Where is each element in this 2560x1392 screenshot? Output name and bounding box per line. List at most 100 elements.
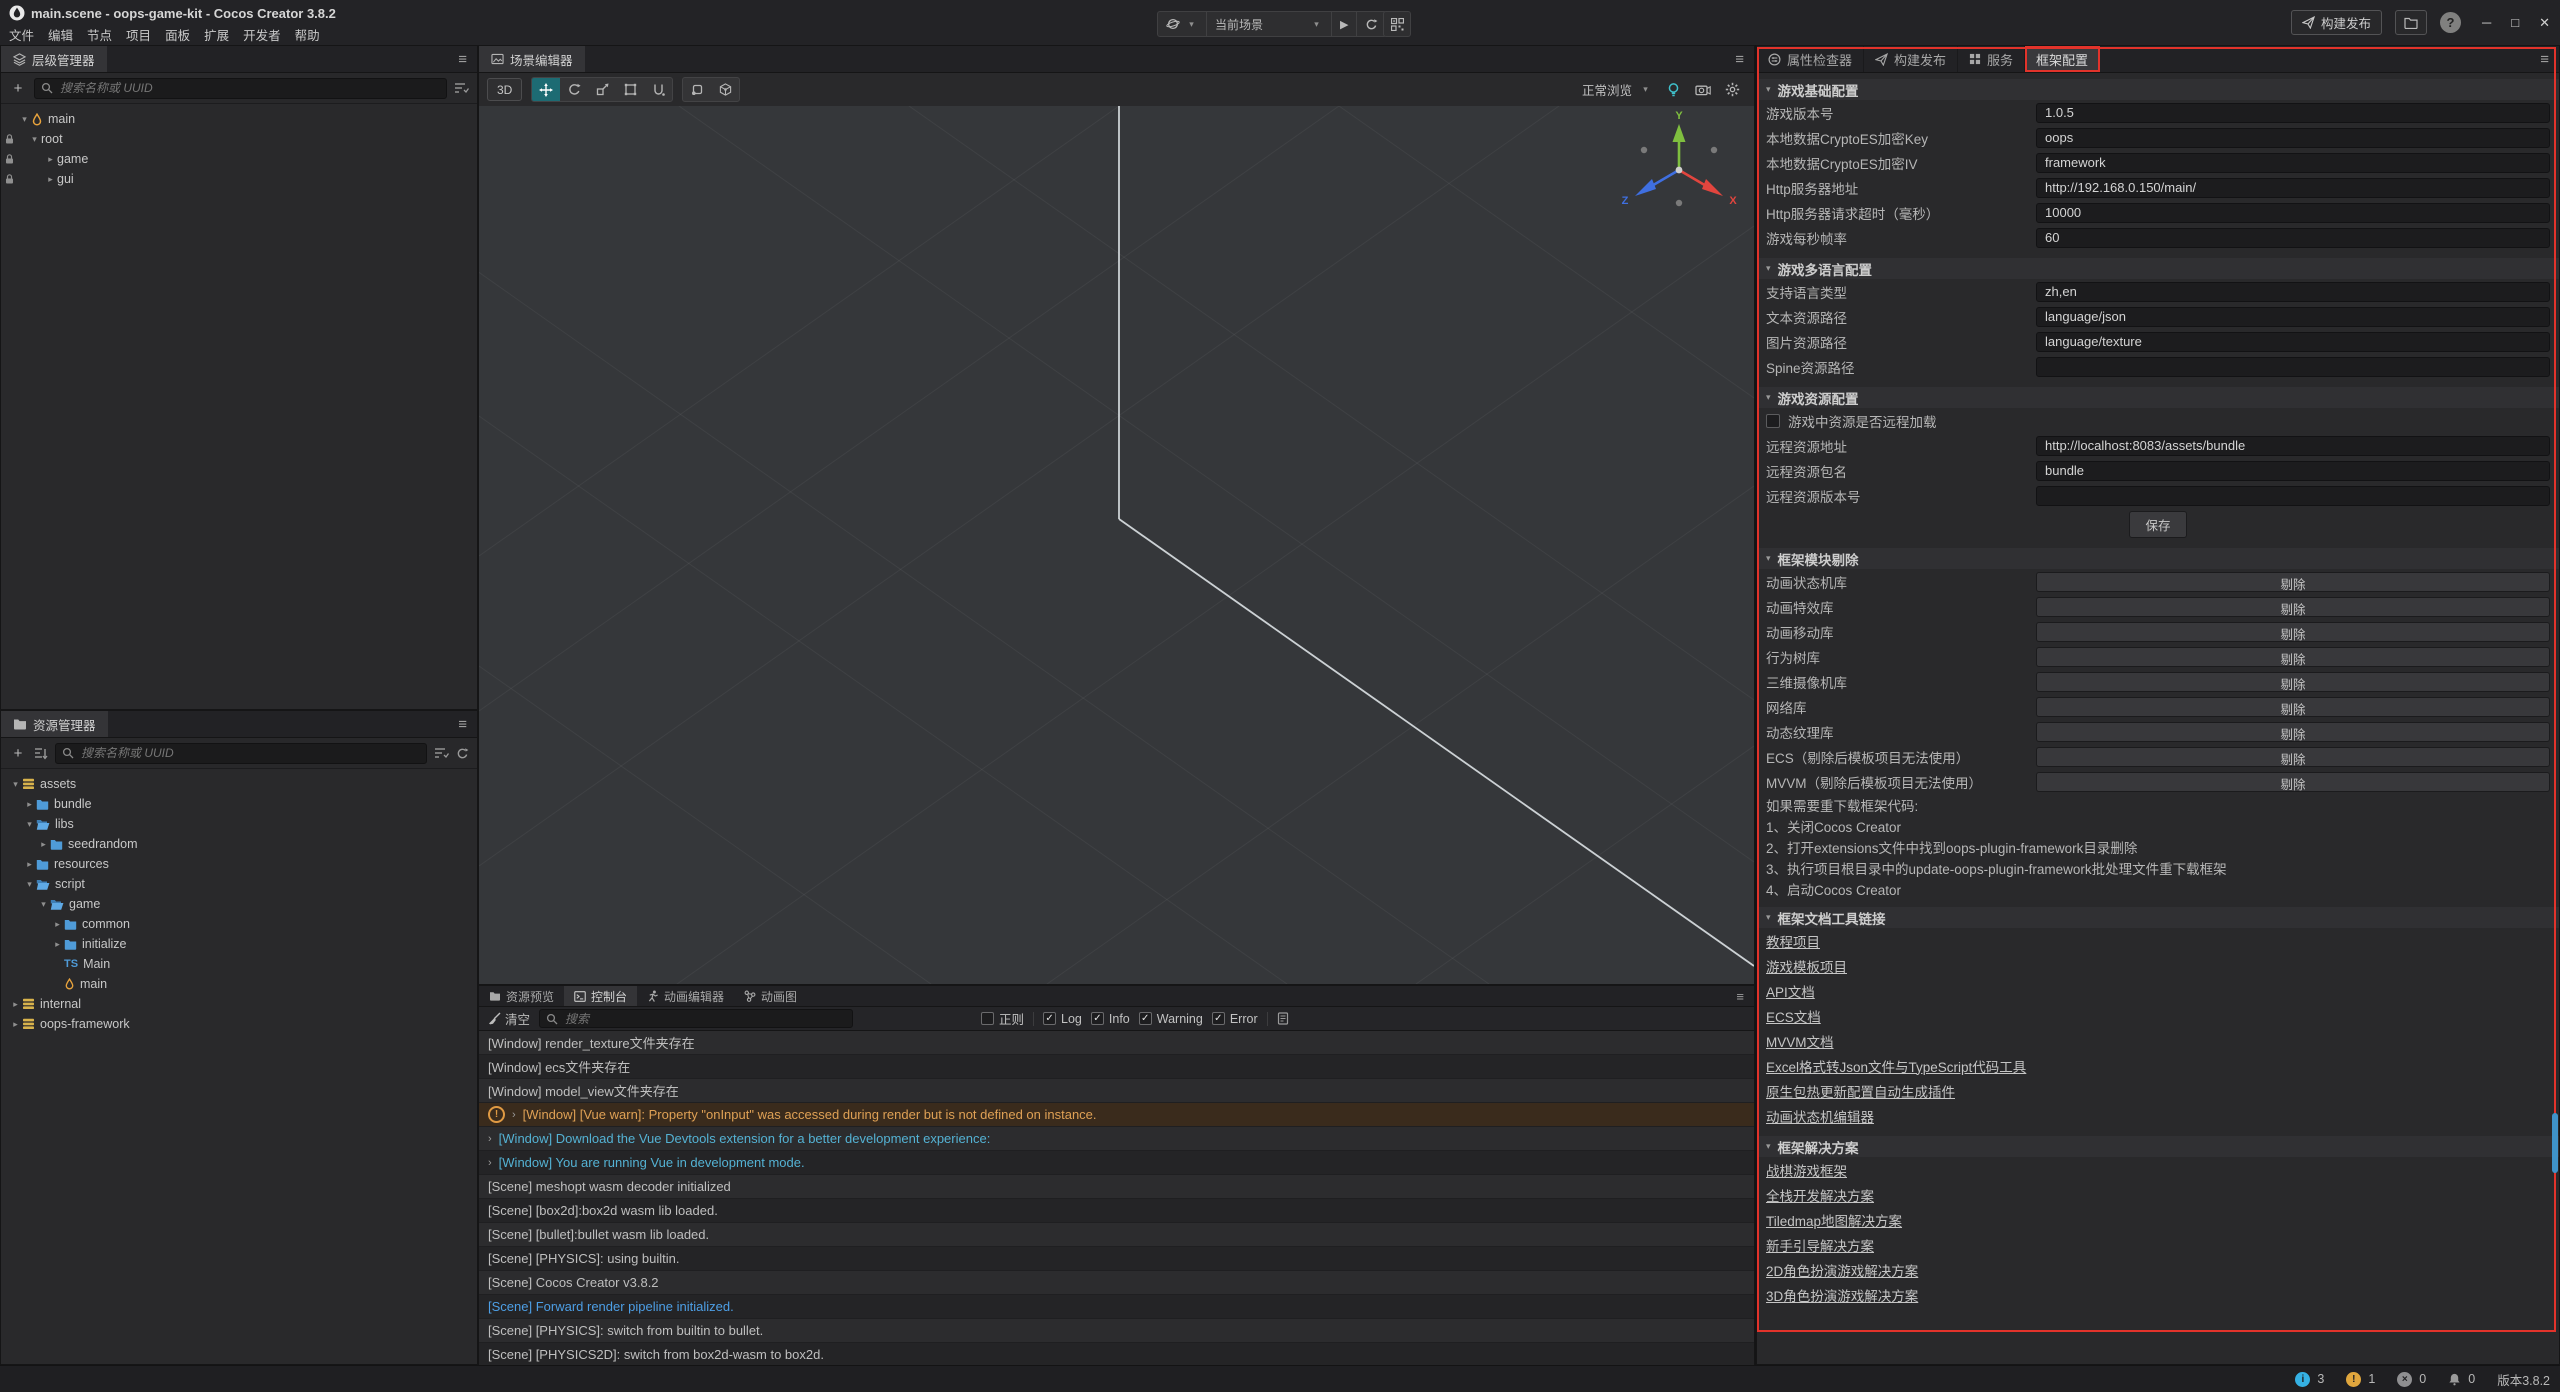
- doc-link[interactable]: 原生包热更新配置自动生成插件: [1766, 1081, 1955, 1101]
- section-language-config[interactable]: ▾ 游戏多语言配置: [1757, 258, 2559, 279]
- asset-db-assets[interactable]: ▾ assets: [1, 774, 477, 794]
- tab-services[interactable]: 服务: [1958, 46, 2025, 72]
- tab-framework-config[interactable]: 框架配置: [2025, 46, 2100, 72]
- filter-warning-checkbox[interactable]: ✓ Warning: [1139, 1012, 1203, 1026]
- asset-folder-initialize[interactable]: ▸ initialize: [1, 934, 477, 954]
- section-resource-config[interactable]: ▾ 游戏资源配置: [1757, 387, 2559, 408]
- tab-asset-preview[interactable]: 资源预览: [479, 986, 564, 1006]
- log-row[interactable]: [Window] ecs文件夹存在: [479, 1055, 1754, 1079]
- chevron-down-icon[interactable]: ▾: [23, 819, 36, 830]
- asset-folder-script[interactable]: ▾ script: [1, 874, 477, 894]
- lock-icon[interactable]: [1, 173, 18, 185]
- remove-module-button[interactable]: 剔除: [2036, 772, 2550, 792]
- scale-tool-button[interactable]: [588, 78, 616, 101]
- remove-module-button[interactable]: 剔除: [2036, 622, 2550, 642]
- chevron-right-icon[interactable]: ▸: [51, 919, 64, 930]
- rotate-tool-button[interactable]: [560, 78, 588, 101]
- section-doc-links[interactable]: ▾ 框架文档工具链接: [1757, 907, 2559, 928]
- console-search-input[interactable]: [563, 1011, 846, 1027]
- doc-link[interactable]: Excel格式转Json文件与TypeScript代码工具: [1766, 1056, 2026, 1076]
- inspector-menu-button[interactable]: ≡: [2530, 51, 2559, 68]
- chevron-right-icon[interactable]: ▸: [37, 839, 50, 850]
- maximize-button[interactable]: □: [2511, 15, 2519, 31]
- log-row[interactable]: [Scene] [box2d]:box2d wasm lib loaded.: [479, 1199, 1754, 1223]
- solution-link[interactable]: 新手引导解决方案: [1766, 1235, 1874, 1255]
- menu-file[interactable]: 文件: [9, 25, 34, 44]
- remove-module-button[interactable]: 剔除: [2036, 647, 2550, 667]
- log-row-link[interactable]: [Scene] Forward render pipeline initiali…: [479, 1295, 1754, 1319]
- menu-extension[interactable]: 扩展: [204, 25, 229, 44]
- inspector-scrollbar[interactable]: [2552, 1113, 2558, 1173]
- assets-menu-button[interactable]: ≡: [448, 716, 477, 733]
- filter-error-checkbox[interactable]: ✓ Error: [1212, 1012, 1258, 1026]
- asset-folder-seedrandom[interactable]: ▸ seedrandom: [1, 834, 477, 854]
- remove-module-button[interactable]: 剔除: [2036, 597, 2550, 617]
- languages-input[interactable]: [2036, 282, 2550, 302]
- info-count-icon[interactable]: i: [2295, 1372, 2310, 1387]
- filter-info-checkbox[interactable]: ✓ Info: [1091, 1012, 1130, 1026]
- crypto-iv-input[interactable]: [2036, 153, 2550, 173]
- asset-folder-common[interactable]: ▸ common: [1, 914, 477, 934]
- create-node-button[interactable]: +: [9, 80, 27, 97]
- spine-path-input[interactable]: [2036, 357, 2550, 377]
- log-row[interactable]: [Scene] [PHYSICS2D]: switch from box2d-w…: [479, 1343, 1754, 1367]
- hierarchy-node-gui[interactable]: ▸ gui: [1, 169, 477, 189]
- remote-bundle-input[interactable]: [2036, 461, 2550, 481]
- log-row-warning[interactable]: ! › [Window] [Vue warn]: Property "onInp…: [479, 1103, 1754, 1127]
- solution-link[interactable]: 战棋游戏框架: [1766, 1160, 1847, 1180]
- hierarchy-search[interactable]: [34, 78, 447, 99]
- remove-module-button[interactable]: 剔除: [2036, 697, 2550, 717]
- error-count-icon[interactable]: ×: [2397, 1372, 2412, 1387]
- menu-panel[interactable]: 面板: [165, 25, 190, 44]
- view-mode-select[interactable]: 正常浏览 ▾: [1582, 80, 1652, 99]
- log-row-info[interactable]: › [Window] You are running Vue in develo…: [479, 1151, 1754, 1175]
- hierarchy-node-main[interactable]: ▾ main: [1, 109, 477, 129]
- expand-icon[interactable]: ›: [488, 1133, 492, 1145]
- section-solutions[interactable]: ▾ 框架解决方案: [1757, 1136, 2559, 1157]
- move-tool-button[interactable]: [532, 78, 560, 101]
- hierarchy-search-input[interactable]: [58, 80, 440, 96]
- tab-console[interactable]: 控制台: [564, 986, 637, 1006]
- remote-url-input[interactable]: [2036, 436, 2550, 456]
- tab-property-inspector[interactable]: 属性检查器: [1757, 46, 1864, 72]
- scene-viewport[interactable]: Y X Z: [479, 106, 1754, 984]
- log-file-icon[interactable]: [1277, 1012, 1289, 1025]
- save-button[interactable]: 保存: [2129, 511, 2186, 538]
- help-button[interactable]: ?: [2440, 12, 2461, 33]
- lang-texture-path-input[interactable]: [2036, 332, 2550, 352]
- remote-load-checkbox[interactable]: [1766, 414, 1780, 428]
- log-row[interactable]: [Window] render_texture文件夹存在: [479, 1031, 1754, 1055]
- gear-icon[interactable]: [1725, 82, 1740, 97]
- tab-build-publish[interactable]: 构建发布: [1864, 46, 1958, 72]
- menu-node[interactable]: 节点: [87, 25, 112, 44]
- filter-icon[interactable]: [434, 747, 449, 759]
- hierarchy-node-root[interactable]: ▾ root: [1, 129, 477, 149]
- chevron-right-icon[interactable]: ▸: [44, 174, 57, 185]
- http-timeout-input[interactable]: [2036, 203, 2550, 223]
- lang-json-path-input[interactable]: [2036, 307, 2550, 327]
- sort-assets-icon[interactable]: [34, 747, 48, 760]
- doc-link[interactable]: 动画状态机编辑器: [1766, 1106, 1874, 1126]
- transform-gizmo-tool-button[interactable]: [644, 78, 672, 101]
- play-button[interactable]: ▶: [1332, 12, 1357, 36]
- chevron-down-icon[interactable]: ▾: [23, 879, 36, 890]
- lock-icon[interactable]: [1, 153, 18, 165]
- hierarchy-node-game[interactable]: ▸ game: [1, 149, 477, 169]
- clear-console-button[interactable]: 清空: [488, 1009, 530, 1028]
- remote-version-input[interactable]: [2036, 486, 2550, 506]
- solution-link[interactable]: Tiledmap地图解决方案: [1766, 1210, 1902, 1230]
- fps-input[interactable]: [2036, 228, 2550, 248]
- build-publish-button[interactable]: 构建发布: [2291, 10, 2382, 35]
- asset-scene-main[interactable]: main: [1, 974, 477, 994]
- remove-module-button[interactable]: 剔除: [2036, 747, 2550, 767]
- remove-module-button[interactable]: 剔除: [2036, 672, 2550, 692]
- scene-select[interactable]: 当前场景 ▾: [1207, 12, 1332, 36]
- camera-icon[interactable]: [1695, 83, 1711, 96]
- regex-checkbox[interactable]: 正则: [981, 1009, 1024, 1028]
- hierarchy-menu-button[interactable]: ≡: [448, 51, 477, 68]
- asset-script-Main[interactable]: TS Main: [1, 954, 477, 974]
- rect-tool-button[interactable]: [616, 78, 644, 101]
- menu-developer[interactable]: 开发者: [243, 25, 281, 44]
- log-row[interactable]: [Window] model_view文件夹存在: [479, 1079, 1754, 1103]
- scene-menu-button[interactable]: ≡: [1725, 51, 1754, 68]
